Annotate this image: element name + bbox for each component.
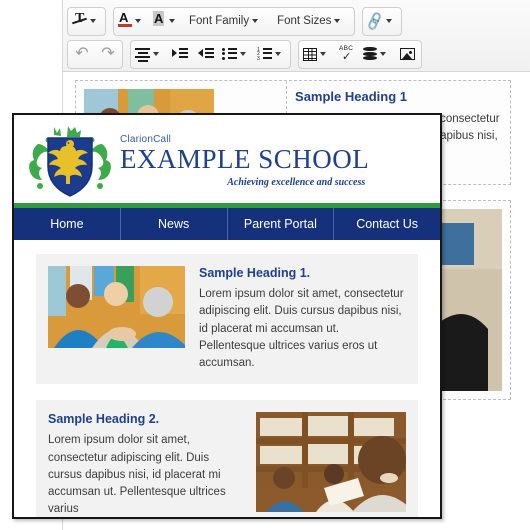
unordered-list-icon: [222, 47, 237, 61]
chevron-down-icon[interactable]: [135, 19, 141, 23]
highlight-color-icon: [152, 11, 166, 29]
insert-image-button[interactable]: [394, 42, 420, 67]
school-crest-icon: [28, 124, 112, 198]
database-icon: [363, 47, 377, 61]
toolbar-group-clear: [67, 6, 106, 36]
clear-formatting-icon: [72, 11, 87, 29]
toolbar-group-paragraph: 123: [130, 39, 291, 69]
chevron-down-icon[interactable]: [386, 19, 393, 23]
chevron-down-icon[interactable]: [320, 52, 326, 56]
chevron-down-icon[interactable]: [252, 19, 259, 23]
chevron-down-icon[interactable]: [240, 52, 246, 56]
indent-button[interactable]: [167, 42, 193, 67]
image-icon: [399, 48, 415, 60]
undo-icon: ↶: [75, 45, 89, 62]
nav-item-parent-portal[interactable]: Parent Portal: [228, 208, 335, 240]
indent-decrease-icon: [198, 48, 214, 60]
outdent-button[interactable]: [193, 42, 219, 67]
font-sizes-label: Font Sizes: [277, 15, 332, 27]
chevron-down-icon[interactable]: [153, 52, 159, 56]
redo-button[interactable]: ↷: [95, 42, 121, 67]
school-name: EXAMPLE SCHOOL: [120, 144, 370, 174]
content-image-1: [48, 266, 185, 348]
site-content: Sample Heading 1. Lorem ipsum dolor sit …: [14, 240, 440, 517]
redo-icon: ↷: [101, 45, 115, 62]
content-block-2: Sample Heading 2. Lorem ipsum dolor sit …: [36, 400, 418, 517]
spellcheck-button[interactable]: [334, 42, 360, 67]
toolbar-group-link: 🔗: [362, 6, 403, 36]
spellcheck-icon: [339, 45, 355, 63]
numbered-list-button[interactable]: 123: [254, 42, 289, 67]
ordered-list-icon: 123: [257, 47, 272, 62]
website-preview-dialog[interactable]: ClarionCall EXAMPLE SCHOOL Achieving exc…: [12, 113, 442, 519]
font-family-label: Font Family: [189, 15, 250, 27]
photo-fill: [48, 266, 185, 348]
chevron-down-icon[interactable]: [380, 52, 386, 56]
align-center-icon: [135, 48, 150, 62]
site-header: ClarionCall EXAMPLE SCHOOL Achieving exc…: [14, 115, 440, 203]
content-heading-2: Sample Heading 2.: [48, 412, 160, 427]
background-color-button[interactable]: [149, 9, 183, 34]
chevron-down-icon[interactable]: [334, 19, 341, 23]
crest-shield-eagle-graphic: [29, 126, 111, 197]
editor-toolbar: Font Family Font Sizes 🔗: [63, 0, 530, 72]
undo-button[interactable]: ↶: [69, 42, 95, 67]
screen-root: Font Family Font Sizes 🔗: [0, 0, 530, 530]
font-sizes-select[interactable]: Font Sizes: [271, 9, 353, 34]
school-brand: ClarionCall EXAMPLE SCHOOL Achieving exc…: [120, 134, 369, 188]
content-image-2: [256, 412, 406, 513]
indent-increase-icon: [172, 48, 188, 60]
content-block-1: Sample Heading 1. Lorem ipsum dolor sit …: [36, 254, 418, 385]
align-button[interactable]: [132, 42, 167, 67]
nav-item-contact-us[interactable]: Contact Us: [334, 208, 440, 240]
font-color-icon: [118, 10, 132, 29]
content-body-1: Lorem ipsum dolor sit amet, consectetur …: [199, 288, 404, 369]
editor-heading-1: Sample Heading 1: [295, 89, 408, 104]
font-family-select[interactable]: Font Family: [183, 9, 271, 34]
chevron-down-icon[interactable]: [275, 52, 281, 56]
clear-formatting-button[interactable]: [69, 9, 104, 34]
insert-link-button[interactable]: 🔗: [364, 9, 400, 34]
content-body-2: Lorem ipsum dolor sit amet, consectetur …: [48, 434, 226, 516]
nav-item-home[interactable]: Home: [14, 208, 121, 240]
toolbar-group-insert: [298, 39, 422, 69]
content-text-2: Sample Heading 2. Lorem ipsum dolor sit …: [48, 412, 244, 517]
toolbar-group-font: Font Family Font Sizes: [113, 6, 356, 36]
link-icon: 🔗: [364, 10, 387, 32]
table-button[interactable]: [300, 42, 334, 67]
nav-item-news[interactable]: News: [121, 208, 228, 240]
site-navigation: Home News Parent Portal Contact Us: [14, 208, 440, 240]
toolbar-row-primary: Font Family Font Sizes 🔗: [67, 5, 409, 37]
school-tagline: Achieving excellence and success: [227, 177, 366, 188]
toolbar-group-history: ↶ ↷: [67, 39, 123, 69]
table-icon: [303, 47, 317, 61]
toolbar-row-secondary: ↶ ↷ 1 2 3 ABC ✓: [67, 38, 429, 70]
chevron-down-icon[interactable]: [169, 19, 175, 23]
photo-fill: [256, 412, 406, 513]
content-text-1: Sample Heading 1. Lorem ipsum dolor sit …: [185, 266, 406, 372]
content-heading-1: Sample Heading 1.: [199, 266, 311, 280]
bullet-list-button[interactable]: [219, 42, 254, 67]
library-photo-illustration: [256, 412, 406, 513]
text-color-button[interactable]: [115, 9, 149, 34]
handshake-photo-illustration: [48, 266, 185, 348]
database-button[interactable]: [360, 42, 394, 67]
chevron-down-icon[interactable]: [90, 19, 96, 23]
